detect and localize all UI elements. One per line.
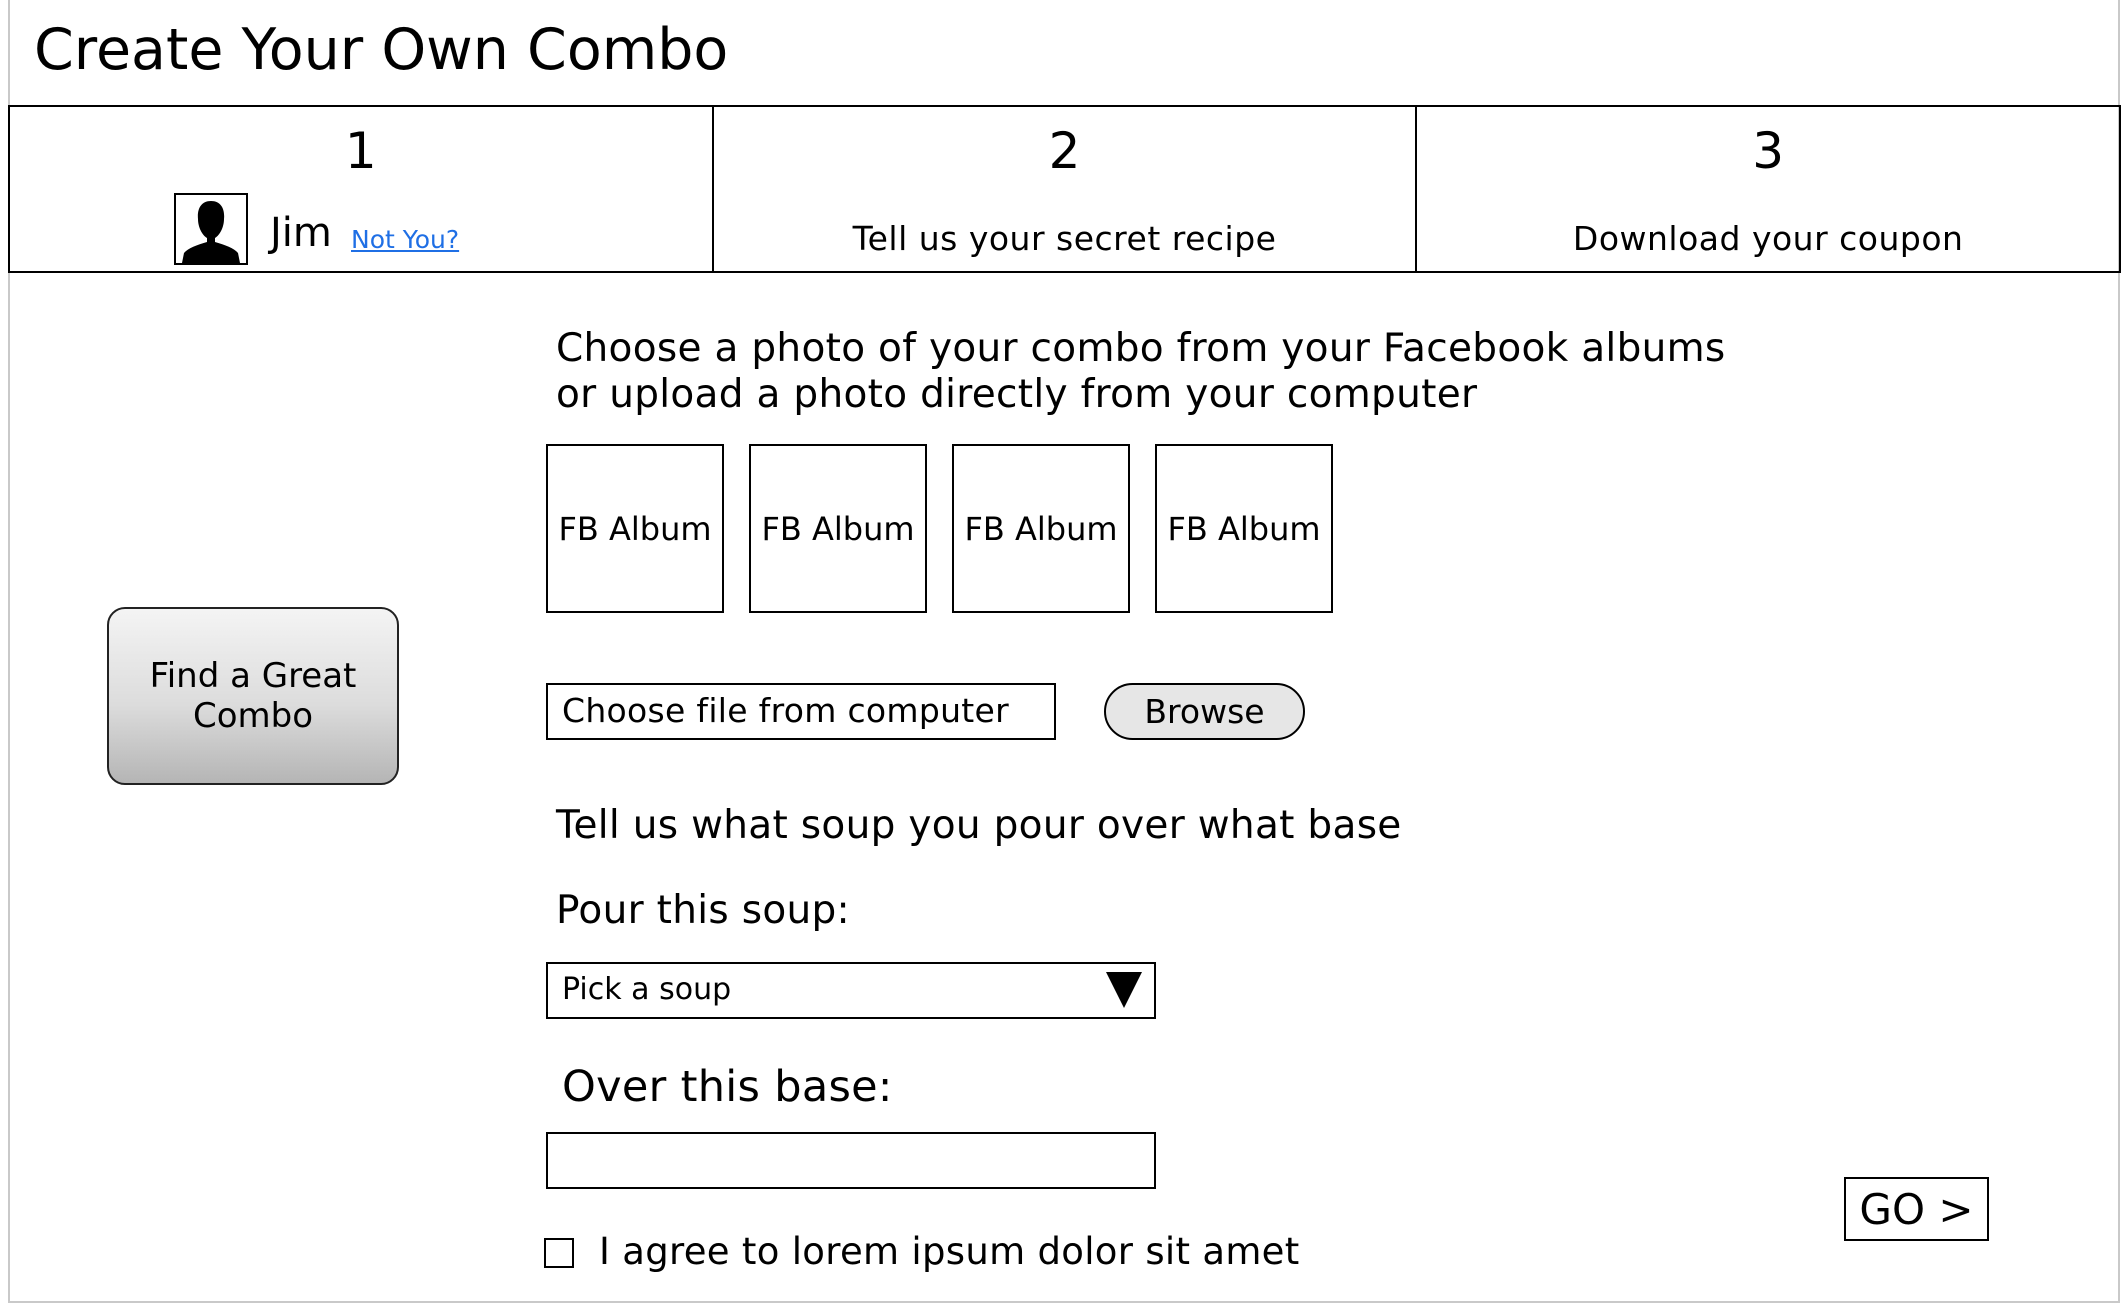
avatar (174, 193, 248, 265)
agree-checkbox[interactable] (544, 1238, 574, 1268)
step-2: 2 Tell us your secret recipe (714, 107, 1418, 271)
current-user: Jim Not You? (10, 189, 712, 269)
soup-label: Pour this soup: (556, 888, 850, 933)
user-name: Jim (270, 210, 332, 256)
user-silhouette-icon (182, 201, 240, 263)
soup-select-value: Pick a soup (562, 972, 732, 1007)
find-great-combo-button[interactable]: Find a Great Combo (107, 607, 399, 785)
step-3: 3 Download your coupon (1417, 107, 2119, 271)
agree-label: I agree to lorem ipsum dolor sit amet (599, 1230, 1300, 1273)
go-button[interactable]: GO > (1844, 1177, 1989, 1241)
base-input[interactable] (546, 1132, 1156, 1189)
soup-select[interactable]: Pick a soup (546, 962, 1156, 1019)
step-1: 1 Jim Not You? (10, 107, 714, 271)
fb-album-tile[interactable]: FB Album (952, 444, 1130, 613)
step-label: Download your coupon (1572, 219, 1964, 258)
base-label: Over this base: (562, 1062, 893, 1112)
fb-album-tile[interactable]: FB Album (546, 444, 724, 613)
not-you-link[interactable]: Not You? (351, 225, 459, 255)
find-great-combo-label: Find a Great Combo (149, 656, 357, 736)
fb-album-tile[interactable]: FB Album (749, 444, 927, 613)
file-path-input[interactable]: Choose file from computer (546, 683, 1056, 740)
step-indicator: 1 Jim Not You? 2 Tell us your secret rec… (8, 105, 2121, 273)
fb-album-list: FB Album FB Album FB Album FB Album (546, 444, 1333, 613)
triangle-down-icon (1106, 972, 1142, 1008)
page-title: Create Your Own Combo (34, 17, 729, 83)
fb-album-tile[interactable]: FB Album (1155, 444, 1333, 613)
browse-button[interactable]: Browse (1104, 683, 1305, 740)
step-number: 1 (344, 122, 377, 180)
step-label: Tell us your secret recipe (852, 219, 1277, 258)
photo-instructions: Choose a photo of your combo from your F… (556, 326, 1726, 417)
recipe-heading: Tell us what soup you pour over what bas… (556, 803, 1402, 848)
step-number: 3 (1752, 122, 1785, 180)
step-number: 2 (1048, 122, 1081, 180)
